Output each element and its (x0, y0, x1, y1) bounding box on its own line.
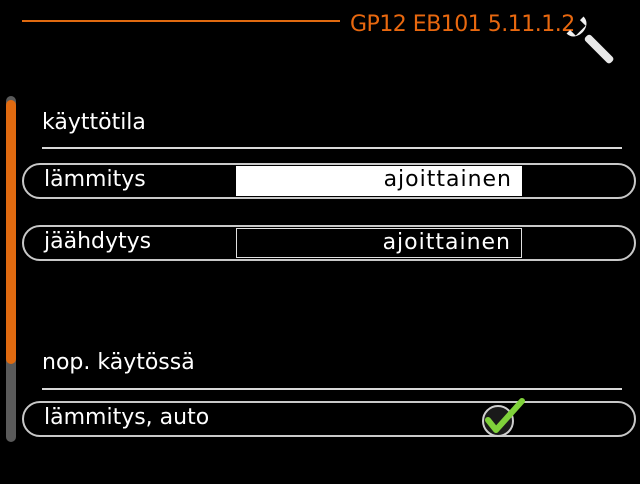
page-title: GP12 EB101 5.11.1.2 (350, 12, 575, 37)
section-heading-quick: nop. käytössä (42, 350, 195, 375)
row-label: lämmitys, auto (44, 405, 210, 430)
section-heading-mode: käyttötila (42, 110, 146, 135)
row-label: lämmitys (44, 167, 146, 192)
heating-mode-value[interactable]: ajoittainen (236, 166, 522, 196)
header-line (22, 20, 340, 22)
section-divider (42, 388, 622, 390)
row-heating-mode[interactable]: lämmitys ajoittainen (22, 163, 636, 199)
row-cooling-mode[interactable]: jäähdytys ajoittainen (22, 225, 636, 261)
checkbox-check-icon[interactable] (476, 395, 528, 439)
cooling-mode-value[interactable]: ajoittainen (236, 228, 522, 258)
row-label: jäähdytys (44, 229, 152, 254)
scrollbar-thumb[interactable] (6, 100, 16, 364)
row-heating-auto[interactable]: lämmitys, auto (22, 398, 636, 437)
section-divider (42, 147, 622, 149)
wrench-icon[interactable] (562, 12, 622, 72)
